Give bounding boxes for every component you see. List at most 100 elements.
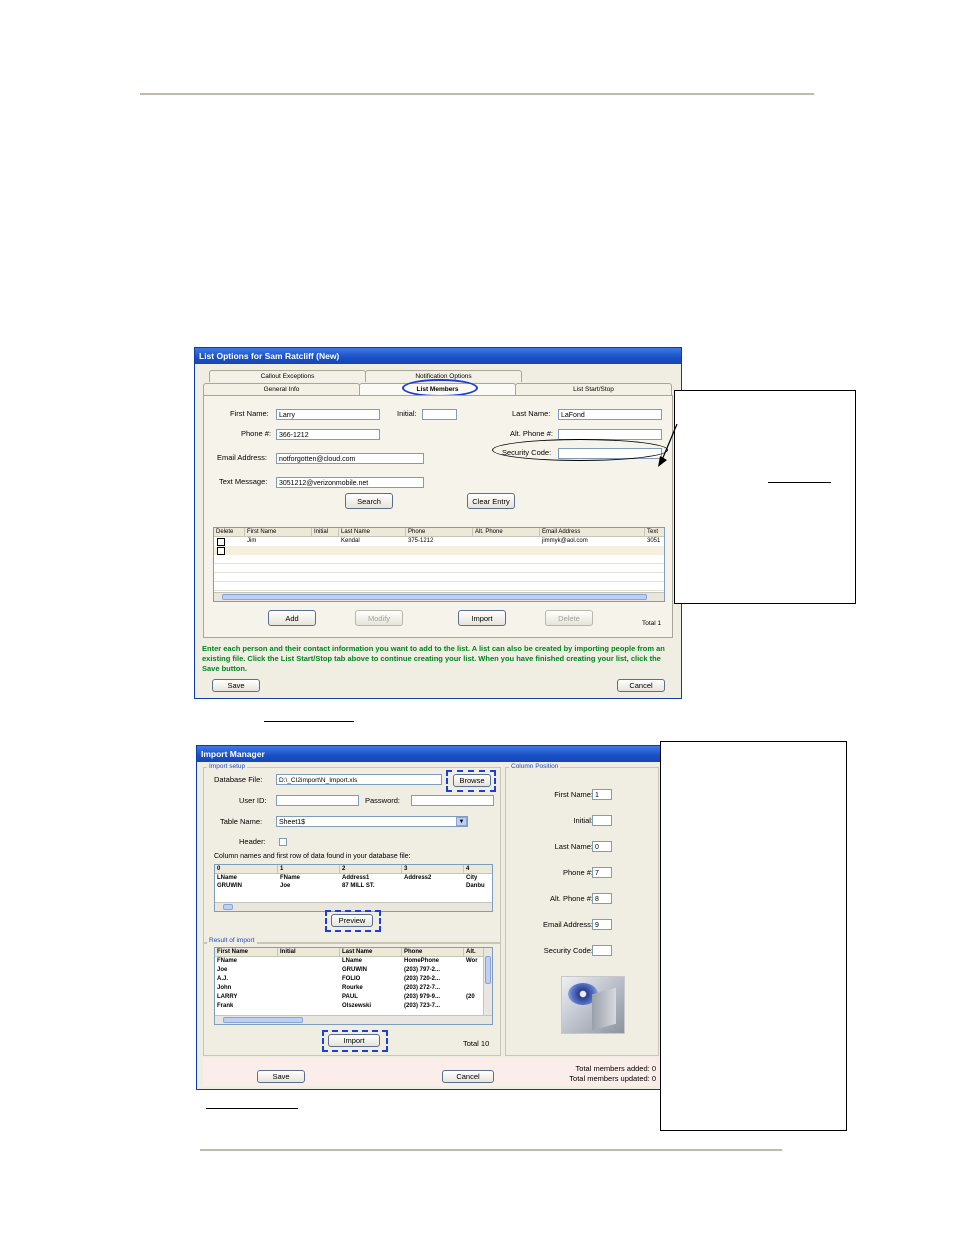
import-manager-window: Import Manager Import setup Database Fil… [196, 745, 663, 1090]
members-hscroll[interactable] [214, 592, 664, 601]
col-email[interactable]: Email Address [540, 528, 645, 537]
delete-checkbox-new[interactable] [217, 547, 225, 555]
last-name-input[interactable]: LaFond [558, 409, 662, 420]
import-cancel-button[interactable]: Cancel [442, 1070, 494, 1083]
total-count: Total 1 [642, 620, 662, 627]
col-text[interactable]: Text [645, 528, 664, 537]
table-name-select[interactable]: Sheet1$ [276, 816, 468, 827]
callout-box-1 [674, 390, 856, 604]
preview-highlight [325, 910, 381, 932]
result-cell: GRUWIN [342, 967, 367, 973]
first-name-input[interactable]: Larry [276, 409, 380, 420]
email-input[interactable]: notforgotten@cloud.com [276, 453, 424, 464]
pos-first-name-input[interactable]: 1 [592, 789, 612, 800]
members-added: Total members added: 0 [575, 1064, 656, 1073]
import-setup-label: Import setup [207, 763, 248, 770]
preview-col-1: 1 [278, 865, 340, 874]
result-cell: (203) 797-2... [404, 967, 441, 973]
add-button[interactable]: Add [268, 610, 316, 626]
import-highlight [322, 1030, 388, 1052]
col-last-name[interactable]: Last Name [339, 528, 406, 537]
scroll-thumb[interactable] [485, 956, 491, 984]
phone-label: Phone #: [241, 429, 272, 438]
result-col-first-name[interactable]: First Name [215, 948, 278, 957]
result-cell: (203) 272-7... [404, 985, 441, 991]
table-row[interactable]: John Rourke (203) 272-7... [215, 984, 484, 993]
box-icon [592, 987, 616, 1031]
initial-label: Initial: [397, 409, 417, 418]
pos-phone-input[interactable]: 7 [592, 867, 612, 878]
pos-alt-phone-input[interactable]: 8 [592, 893, 612, 904]
col-phone[interactable]: Phone [406, 528, 473, 537]
columns-note: Column names and first row of data found… [214, 853, 411, 860]
result-col-phone[interactable]: Phone [402, 948, 464, 957]
col-delete[interactable]: Delete [214, 528, 245, 537]
table-grid-lines [214, 555, 664, 591]
result-col-last-name[interactable]: Last Name [340, 948, 402, 957]
result-col-alt[interactable]: Alt. [464, 948, 484, 957]
col-alt-phone[interactable]: Alt. Phone [473, 528, 540, 537]
scroll-thumb[interactable] [223, 1017, 303, 1023]
import-save-button[interactable]: Save [257, 1070, 305, 1083]
pos-email-input[interactable]: 9 [592, 919, 612, 930]
tab-callout-exceptions[interactable]: Callout Exceptions [209, 370, 366, 382]
result-col-initial[interactable]: Initial [278, 948, 340, 957]
pos-initial-input[interactable] [592, 815, 612, 826]
pos-phone-label: Phone #: [562, 868, 593, 877]
initial-input[interactable] [422, 409, 457, 420]
scroll-thumb[interactable] [222, 594, 647, 600]
header-checkbox[interactable] [279, 838, 287, 846]
table-row[interactable]: Jim Kendal 375-1212 jimmyk@aol.com 3051 [214, 537, 664, 546]
import-window-title: Import Manager [197, 746, 662, 762]
tab-list-start-stop[interactable]: List Start/Stop [515, 383, 672, 395]
modify-button[interactable]: Modify [355, 610, 403, 626]
cell-email: jimmyk@aol.com [542, 538, 588, 544]
preview-cell: 87 MILL ST. [342, 883, 375, 889]
col-initial[interactable]: Initial [312, 528, 339, 537]
result-vscroll[interactable] [483, 948, 492, 1016]
members-table: Delete First Name Initial Last Name Phon… [213, 527, 665, 602]
database-file-label: Database File: [214, 775, 263, 784]
password-input[interactable] [411, 795, 494, 806]
table-row[interactable]: LARRY PAUL (203) 979-9... (20 [215, 993, 484, 1002]
user-id-input[interactable] [276, 795, 359, 806]
pos-last-name-input[interactable]: 0 [592, 841, 612, 852]
database-file-input[interactable]: D:\_CI2import\N_Import.xls [276, 774, 442, 785]
import-button[interactable]: Import [458, 610, 506, 626]
callout-underline-1 [768, 482, 831, 483]
preview-col-0: 0 [215, 865, 278, 874]
result-cell: Rourke [342, 985, 363, 991]
scroll-thumb[interactable] [223, 904, 233, 910]
search-button[interactable]: Search [345, 493, 393, 509]
table-row[interactable]: Joe GRUWIN (203) 797-2... [215, 966, 484, 975]
pos-first-name-label: First Name: [554, 790, 593, 799]
browse-highlight [446, 770, 496, 792]
preview-table: 0 1 2 3 4 LName FName Address1 Address2 … [214, 864, 493, 912]
cancel-button[interactable]: Cancel [617, 679, 665, 692]
result-table: First Name Initial Last Name Phone Alt. … [214, 947, 493, 1025]
preview-col-4: 4 [464, 865, 492, 874]
table-row[interactable]: A.J. FOLIO (203) 720-2... [215, 975, 484, 984]
text-message-input[interactable]: 3051212@verizonmobile.net [276, 477, 424, 488]
result-cell: (203) 979-9... [404, 994, 441, 1000]
clear-entry-button[interactable]: Clear Entry [467, 493, 515, 509]
tab-general-info[interactable]: General Info [203, 383, 360, 395]
delete-button[interactable]: Delete [545, 610, 593, 626]
table-row[interactable]: FName LName HomePhone Wor [215, 957, 484, 966]
preview-cell: Joe [280, 883, 291, 889]
result-cell: HomePhone [404, 958, 440, 964]
phone-input[interactable]: 366-1212 [276, 429, 380, 440]
delete-checkbox[interactable] [217, 538, 225, 546]
result-cell: John [217, 985, 232, 991]
preview-col-2: 2 [340, 865, 402, 874]
col-first-name[interactable]: First Name [245, 528, 312, 537]
chevron-down-icon[interactable]: ▼ [456, 817, 467, 826]
result-hscroll[interactable] [215, 1015, 492, 1024]
table-row[interactable]: Frank Olszewski (203) 723-7... [215, 1002, 484, 1011]
email-label: Email Address: [217, 453, 268, 462]
save-button[interactable]: Save [212, 679, 260, 692]
last-name-label: Last Name: [512, 409, 551, 418]
caption-underline-2 [206, 1108, 298, 1109]
pos-security-input[interactable] [592, 945, 612, 956]
table-row-new[interactable] [214, 546, 664, 555]
